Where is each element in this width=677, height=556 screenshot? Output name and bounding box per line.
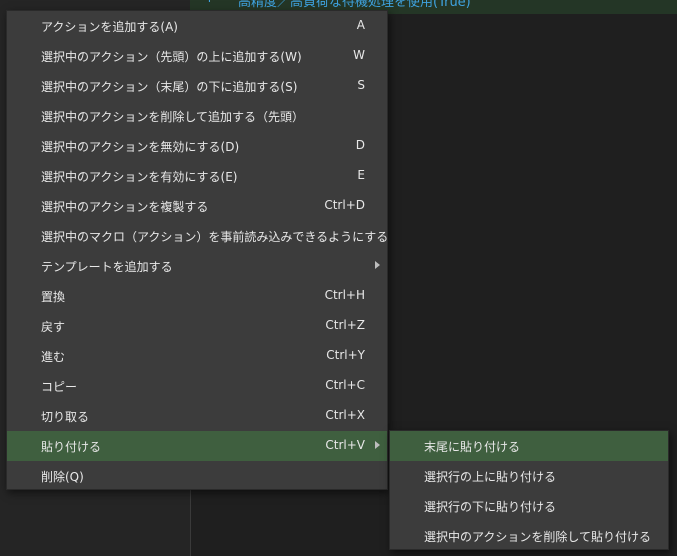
menu-item-label: 選択中のマクロ（アクション）を事前読み込みできるようにする — [41, 230, 389, 244]
menu-item-shortcut: S — [357, 78, 365, 92]
menu-item-preload[interactable]: 選択中のマクロ（アクション）を事前読み込みできるようにする — [7, 221, 389, 251]
submenu-arrow-icon — [375, 261, 380, 269]
submenu-item-paste-below[interactable]: 選択行の下に貼り付ける — [390, 491, 668, 521]
paste-submenu: 末尾に貼り付ける 選択行の上に貼り付ける 選択行の下に貼り付ける 選択中のアクシ… — [389, 430, 669, 550]
menu-item-add-below[interactable]: 選択中のアクション（末尾）の下に追加する(S) S — [7, 71, 387, 101]
submenu-item-paste-end[interactable]: 末尾に貼り付ける — [390, 431, 668, 461]
app-window: ↑ 高精度／高負荷な待機処理を使用(True) アクションを追加する(A) A … — [0, 0, 677, 556]
menu-item-label: 選択中のアクションを複製する — [41, 200, 209, 214]
menu-item-disable[interactable]: 選択中のアクションを無効にする(D) D — [7, 131, 387, 161]
menu-item-label: 戻す — [41, 320, 66, 334]
menu-item-undo[interactable]: 戻す Ctrl+Z — [7, 311, 387, 341]
menu-item-label: 削除(Q) — [41, 470, 84, 484]
submenu-item-label: 選択行の下に貼り付ける — [424, 500, 557, 514]
submenu-item-paste-above[interactable]: 選択行の上に貼り付ける — [390, 461, 668, 491]
submenu-item-label: 末尾に貼り付ける — [424, 440, 521, 454]
menu-item-copy[interactable]: コピー Ctrl+C — [7, 371, 387, 401]
menu-item-label: 置換 — [41, 290, 66, 304]
menu-item-shortcut: D — [355, 138, 365, 152]
menu-item-label: 選択中のアクション（先頭）の上に追加する(W) — [41, 50, 302, 64]
menu-item-enable[interactable]: 選択中のアクションを有効にする(E) E — [7, 161, 387, 191]
menu-item-add-action[interactable]: アクションを追加する(A) A — [7, 11, 387, 41]
submenu-item-label: 選択行の上に貼り付ける — [424, 470, 557, 484]
menu-item-label: 選択中のアクション（末尾）の下に追加する(S) — [41, 80, 298, 94]
menu-item-label: 選択中のアクションを有効にする(E) — [41, 170, 238, 184]
menu-item-cut[interactable]: 切り取る Ctrl+X — [7, 401, 387, 431]
menu-item-label: 切り取る — [41, 410, 90, 424]
menu-item-delete[interactable]: 削除(Q) — [7, 461, 387, 491]
menu-item-add-template[interactable]: テンプレートを追加する — [7, 251, 387, 281]
menu-item-shortcut: Ctrl+H — [324, 288, 365, 302]
editor-line-text: 高精度／高負荷な待機処理を使用(True) — [238, 0, 471, 10]
menu-item-shortcut: Ctrl+Z — [325, 318, 365, 332]
menu-item-paste[interactable]: 貼り付ける Ctrl+V — [7, 431, 387, 461]
menu-item-label: コピー — [41, 380, 78, 394]
menu-item-shortcut: E — [357, 168, 365, 182]
menu-item-label: 選択中のアクションを無効にする(D) — [41, 140, 240, 154]
menu-item-duplicate[interactable]: 選択中のアクションを複製する Ctrl+D — [7, 191, 387, 221]
menu-item-label: テンプレートを追加する — [41, 260, 173, 274]
context-menu: アクションを追加する(A) A 選択中のアクション（先頭）の上に追加する(W) … — [6, 10, 388, 490]
menu-item-label: 進む — [41, 350, 66, 364]
menu-item-shortcut: Ctrl+V — [325, 438, 365, 452]
menu-item-shortcut: A — [356, 18, 365, 32]
menu-item-shortcut: Ctrl+C — [325, 378, 365, 392]
menu-item-shortcut: Ctrl+D — [324, 198, 365, 212]
menu-item-shortcut: W — [353, 48, 365, 62]
menu-item-add-above[interactable]: 選択中のアクション（先頭）の上に追加する(W) W — [7, 41, 387, 71]
menu-item-label: アクションを追加する(A) — [41, 20, 178, 34]
submenu-item-delete-and-paste[interactable]: 選択中のアクションを削除して貼り付ける — [390, 521, 668, 551]
menu-item-label: 貼り付ける — [41, 440, 102, 454]
submenu-arrow-icon — [375, 441, 380, 449]
submenu-item-label: 選択中のアクションを削除して貼り付ける — [424, 530, 652, 544]
menu-item-delete-and-add[interactable]: 選択中のアクションを削除して追加する（先頭） — [7, 101, 387, 131]
menu-item-shortcut: Ctrl+Y — [326, 348, 365, 362]
menu-item-redo[interactable]: 進む Ctrl+Y — [7, 341, 387, 371]
menu-item-replace[interactable]: 置換 Ctrl+H — [7, 281, 387, 311]
line-marker: ↑ — [204, 0, 215, 6]
menu-item-shortcut: Ctrl+X — [325, 408, 365, 422]
menu-item-label: 選択中のアクションを削除して追加する（先頭） — [41, 110, 305, 124]
